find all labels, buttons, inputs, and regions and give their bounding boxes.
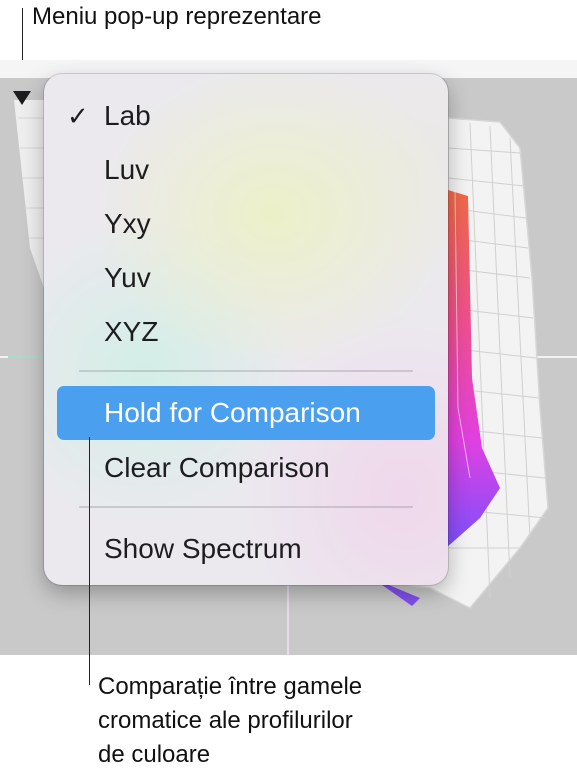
menu-item-clear-comparison[interactable]: Clear Comparison (57, 441, 435, 495)
checkmark-icon: ✓ (67, 101, 89, 131)
menu-separator (79, 370, 413, 372)
wireframe-gamut-left (14, 100, 44, 288)
comparison-callout-leader-line (89, 437, 90, 685)
menu-separator (79, 506, 413, 508)
menu-item-label: XYZ (104, 316, 159, 347)
menu-item-luv[interactable]: Luv (57, 143, 435, 197)
menu-item-label: Yxy (104, 208, 151, 239)
representation-popup-menu: ✓ Lab Luv Yxy Yuv XYZ Hold for Compariso… (44, 74, 448, 585)
menu-item-label: Lab (104, 100, 151, 131)
menu-item-lab[interactable]: ✓ Lab (57, 89, 435, 143)
menu-item-hold-for-comparison[interactable]: Hold for Comparison (57, 386, 435, 440)
menu-item-label: Show Spectrum (104, 533, 302, 564)
menu-item-label: Hold for Comparison (104, 397, 361, 428)
menu-item-label: Yuv (104, 262, 151, 293)
menu-item-yxy[interactable]: Yxy (57, 197, 435, 251)
popup-menu-callout: Meniu pop-up reprezentare (32, 3, 322, 30)
menu-item-yuv[interactable]: Yuv (57, 251, 435, 305)
menu-item-xyz[interactable]: XYZ (57, 305, 435, 359)
menu-item-show-spectrum[interactable]: Show Spectrum (57, 522, 435, 576)
triangle-down-icon[interactable] (13, 91, 31, 105)
menu-item-label: Luv (104, 154, 150, 185)
comparison-callout: Comparație între gamele cromatice ale pr… (98, 673, 363, 768)
menu-item-label: Clear Comparison (104, 452, 330, 483)
